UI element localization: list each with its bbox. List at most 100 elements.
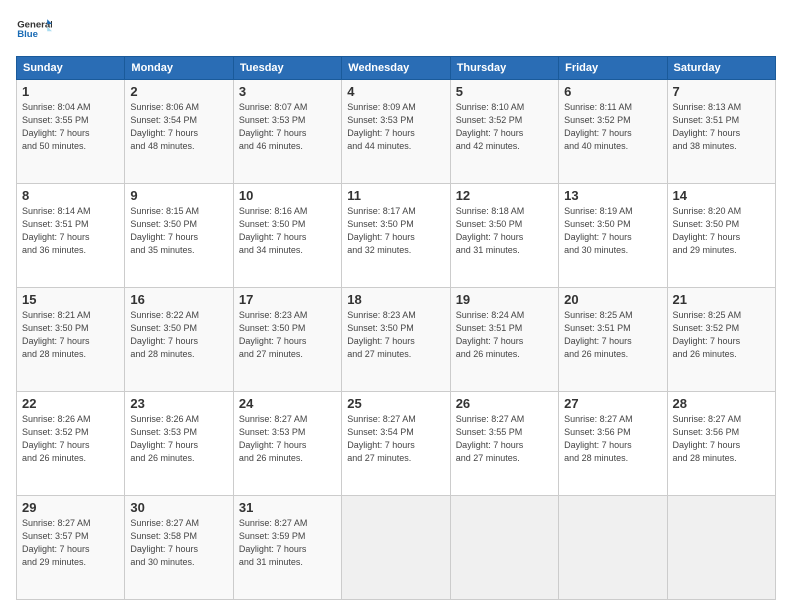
calendar-day-cell: 26 Sunrise: 8:27 AM Sunset: 3:55 PM Dayli… bbox=[450, 392, 558, 496]
calendar-day-cell: 12 Sunrise: 8:18 AM Sunset: 3:50 PM Dayli… bbox=[450, 184, 558, 288]
day-detail: Sunrise: 8:06 AM Sunset: 3:54 PM Dayligh… bbox=[130, 101, 227, 153]
day-number: 23 bbox=[130, 396, 227, 411]
day-number: 26 bbox=[456, 396, 553, 411]
calendar-day-cell: 4Sunrise: 8:09 AM Sunset: 3:53 PM Daylig… bbox=[342, 80, 450, 184]
day-number: 18 bbox=[347, 292, 444, 307]
day-number: 5 bbox=[456, 84, 553, 99]
day-detail: Sunrise: 8:15 AM Sunset: 3:50 PM Dayligh… bbox=[130, 205, 227, 257]
day-number: 10 bbox=[239, 188, 336, 203]
day-detail: Sunrise: 8:10 AM Sunset: 3:52 PM Dayligh… bbox=[456, 101, 553, 153]
day-detail: Sunrise: 8:14 AM Sunset: 3:51 PM Dayligh… bbox=[22, 205, 119, 257]
page: General Blue SundayMondayTuesdayWednesda… bbox=[0, 0, 792, 612]
day-detail: Sunrise: 8:27 AM Sunset: 3:58 PM Dayligh… bbox=[130, 517, 227, 569]
calendar-day-cell: 8 Sunrise: 8:14 AM Sunset: 3:51 PM Daylig… bbox=[17, 184, 125, 288]
calendar-day-cell: 28 Sunrise: 8:27 AM Sunset: 3:56 PM Dayli… bbox=[667, 392, 775, 496]
day-detail: Sunrise: 8:07 AM Sunset: 3:53 PM Dayligh… bbox=[239, 101, 336, 153]
day-detail: Sunrise: 8:21 AM Sunset: 3:50 PM Dayligh… bbox=[22, 309, 119, 361]
weekday-header: Friday bbox=[559, 57, 667, 80]
day-number: 19 bbox=[456, 292, 553, 307]
weekday-header: Thursday bbox=[450, 57, 558, 80]
calendar-week-row: 15 Sunrise: 8:21 AM Sunset: 3:50 PM Dayli… bbox=[17, 288, 776, 392]
day-detail: Sunrise: 8:27 AM Sunset: 3:55 PM Dayligh… bbox=[456, 413, 553, 465]
weekday-header: Monday bbox=[125, 57, 233, 80]
calendar-day-cell bbox=[667, 496, 775, 600]
day-detail: Sunrise: 8:27 AM Sunset: 3:56 PM Dayligh… bbox=[564, 413, 661, 465]
calendar-day-cell: 22 Sunrise: 8:26 AM Sunset: 3:52 PM Dayli… bbox=[17, 392, 125, 496]
weekday-header: Wednesday bbox=[342, 57, 450, 80]
calendar-day-cell: 14 Sunrise: 8:20 AM Sunset: 3:50 PM Dayli… bbox=[667, 184, 775, 288]
day-number: 3 bbox=[239, 84, 336, 99]
calendar-day-cell: 18Sunrise: 8:23 AM Sunset: 3:50 PM Dayli… bbox=[342, 288, 450, 392]
day-number: 22 bbox=[22, 396, 119, 411]
calendar-day-cell: 23 Sunrise: 8:26 AM Sunset: 3:53 PM Dayli… bbox=[125, 392, 233, 496]
calendar-day-cell: 27 Sunrise: 8:27 AM Sunset: 3:56 PM Dayli… bbox=[559, 392, 667, 496]
weekday-header: Saturday bbox=[667, 57, 775, 80]
day-number: 15 bbox=[22, 292, 119, 307]
calendar-day-cell: 3 Sunrise: 8:07 AM Sunset: 3:53 PM Daylig… bbox=[233, 80, 341, 184]
calendar-day-cell bbox=[450, 496, 558, 600]
calendar-day-cell: 21 Sunrise: 8:25 AM Sunset: 3:52 PM Dayli… bbox=[667, 288, 775, 392]
day-number: 9 bbox=[130, 188, 227, 203]
calendar-day-cell: 9 Sunrise: 8:15 AM Sunset: 3:50 PM Daylig… bbox=[125, 184, 233, 288]
calendar-day-cell: 7Sunrise: 8:13 AM Sunset: 3:51 PM Daylig… bbox=[667, 80, 775, 184]
day-number: 4 bbox=[347, 84, 444, 99]
day-detail: Sunrise: 8:25 AM Sunset: 3:51 PM Dayligh… bbox=[564, 309, 661, 361]
day-detail: Sunrise: 8:19 AM Sunset: 3:50 PM Dayligh… bbox=[564, 205, 661, 257]
day-detail: Sunrise: 8:17 AM Sunset: 3:50 PM Dayligh… bbox=[347, 205, 444, 257]
day-detail: Sunrise: 8:16 AM Sunset: 3:50 PM Dayligh… bbox=[239, 205, 336, 257]
calendar-week-row: 8 Sunrise: 8:14 AM Sunset: 3:51 PM Daylig… bbox=[17, 184, 776, 288]
calendar-week-row: 1Sunrise: 8:04 AM Sunset: 3:55 PM Daylig… bbox=[17, 80, 776, 184]
calendar-day-cell: 29 Sunrise: 8:27 AM Sunset: 3:57 PM Dayli… bbox=[17, 496, 125, 600]
day-detail: Sunrise: 8:20 AM Sunset: 3:50 PM Dayligh… bbox=[673, 205, 770, 257]
day-number: 25 bbox=[347, 396, 444, 411]
day-number: 12 bbox=[456, 188, 553, 203]
calendar-day-cell: 20Sunrise: 8:25 AM Sunset: 3:51 PM Dayli… bbox=[559, 288, 667, 392]
calendar-day-cell: 2 Sunrise: 8:06 AM Sunset: 3:54 PM Daylig… bbox=[125, 80, 233, 184]
day-detail: Sunrise: 8:26 AM Sunset: 3:53 PM Dayligh… bbox=[130, 413, 227, 465]
day-number: 24 bbox=[239, 396, 336, 411]
day-number: 31 bbox=[239, 500, 336, 515]
logo: General Blue bbox=[16, 12, 52, 48]
day-detail: Sunrise: 8:04 AM Sunset: 3:55 PM Dayligh… bbox=[22, 101, 119, 153]
calendar-table: SundayMondayTuesdayWednesdayThursdayFrid… bbox=[16, 56, 776, 600]
day-number: 17 bbox=[239, 292, 336, 307]
calendar-day-cell bbox=[342, 496, 450, 600]
day-number: 30 bbox=[130, 500, 227, 515]
day-number: 8 bbox=[22, 188, 119, 203]
day-detail: Sunrise: 8:27 AM Sunset: 3:59 PM Dayligh… bbox=[239, 517, 336, 569]
calendar-day-cell: 30 Sunrise: 8:27 AM Sunset: 3:58 PM Dayli… bbox=[125, 496, 233, 600]
day-detail: Sunrise: 8:27 AM Sunset: 3:54 PM Dayligh… bbox=[347, 413, 444, 465]
day-number: 28 bbox=[673, 396, 770, 411]
day-detail: Sunrise: 8:27 AM Sunset: 3:56 PM Dayligh… bbox=[673, 413, 770, 465]
calendar-day-cell: 19Sunrise: 8:24 AM Sunset: 3:51 PM Dayli… bbox=[450, 288, 558, 392]
day-detail: Sunrise: 8:22 AM Sunset: 3:50 PM Dayligh… bbox=[130, 309, 227, 361]
calendar-day-cell: 16Sunrise: 8:22 AM Sunset: 3:50 PM Dayli… bbox=[125, 288, 233, 392]
day-number: 21 bbox=[673, 292, 770, 307]
calendar-day-cell: 13Sunrise: 8:19 AM Sunset: 3:50 PM Dayli… bbox=[559, 184, 667, 288]
day-detail: Sunrise: 8:18 AM Sunset: 3:50 PM Dayligh… bbox=[456, 205, 553, 257]
day-detail: Sunrise: 8:27 AM Sunset: 3:53 PM Dayligh… bbox=[239, 413, 336, 465]
calendar-day-cell: 17Sunrise: 8:23 AM Sunset: 3:50 PM Dayli… bbox=[233, 288, 341, 392]
calendar-day-cell: 25 Sunrise: 8:27 AM Sunset: 3:54 PM Dayli… bbox=[342, 392, 450, 496]
day-number: 27 bbox=[564, 396, 661, 411]
weekday-header: Tuesday bbox=[233, 57, 341, 80]
day-detail: Sunrise: 8:27 AM Sunset: 3:57 PM Dayligh… bbox=[22, 517, 119, 569]
day-detail: Sunrise: 8:13 AM Sunset: 3:51 PM Dayligh… bbox=[673, 101, 770, 153]
day-number: 2 bbox=[130, 84, 227, 99]
calendar-day-cell: 15 Sunrise: 8:21 AM Sunset: 3:50 PM Dayli… bbox=[17, 288, 125, 392]
day-number: 11 bbox=[347, 188, 444, 203]
calendar-day-cell: 5 Sunrise: 8:10 AM Sunset: 3:52 PM Daylig… bbox=[450, 80, 558, 184]
calendar-day-cell: 31 Sunrise: 8:27 AM Sunset: 3:59 PM Dayli… bbox=[233, 496, 341, 600]
calendar-day-cell: 11 Sunrise: 8:17 AM Sunset: 3:50 PM Dayli… bbox=[342, 184, 450, 288]
day-number: 29 bbox=[22, 500, 119, 515]
day-detail: Sunrise: 8:25 AM Sunset: 3:52 PM Dayligh… bbox=[673, 309, 770, 361]
calendar-day-cell: 1Sunrise: 8:04 AM Sunset: 3:55 PM Daylig… bbox=[17, 80, 125, 184]
day-detail: Sunrise: 8:26 AM Sunset: 3:52 PM Dayligh… bbox=[22, 413, 119, 465]
day-number: 6 bbox=[564, 84, 661, 99]
day-detail: Sunrise: 8:11 AM Sunset: 3:52 PM Dayligh… bbox=[564, 101, 661, 153]
calendar-day-cell: 6 Sunrise: 8:11 AM Sunset: 3:52 PM Daylig… bbox=[559, 80, 667, 184]
calendar-week-row: 29 Sunrise: 8:27 AM Sunset: 3:57 PM Dayli… bbox=[17, 496, 776, 600]
logo-svg: General Blue bbox=[16, 12, 52, 48]
svg-text:Blue: Blue bbox=[17, 29, 38, 40]
day-number: 14 bbox=[673, 188, 770, 203]
